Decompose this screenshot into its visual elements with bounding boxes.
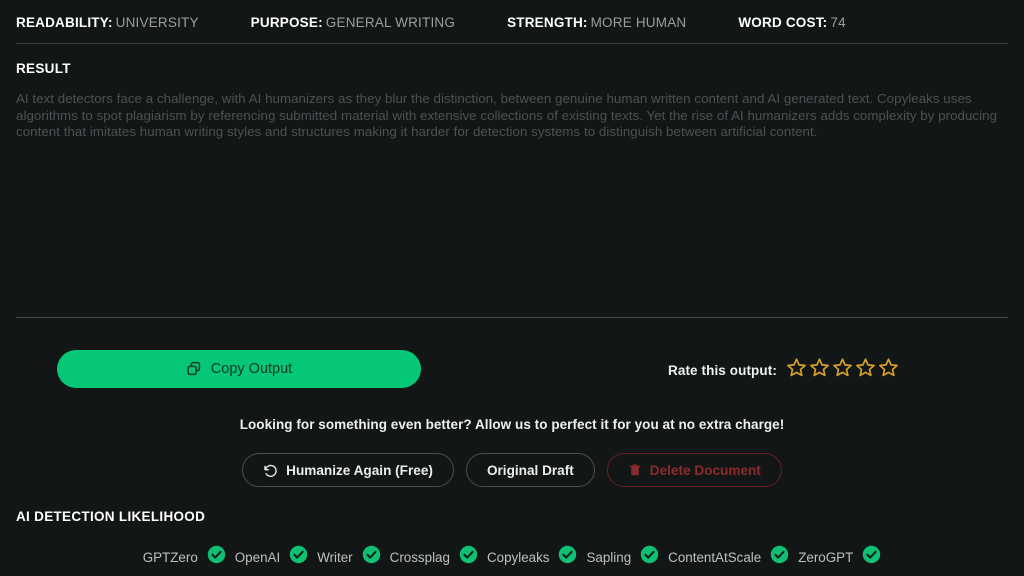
detector-name: Writer xyxy=(317,549,353,565)
detector-name: ZeroGPT xyxy=(798,549,854,565)
detector-item: OpenAI xyxy=(235,545,308,569)
detector-item: Copyleaks xyxy=(487,545,578,569)
output-actions-row: Copy Output Rate this output: xyxy=(0,350,1024,390)
detector-name: OpenAI xyxy=(234,549,281,565)
history-undo-icon xyxy=(263,463,278,478)
stat-word-cost: WORD COST: 74 xyxy=(738,15,845,30)
check-circle-icon xyxy=(640,545,659,569)
stat-readability-value: UNIVERSITY xyxy=(115,15,199,30)
stat-purpose-value: GENERAL WRITING xyxy=(325,15,456,30)
check-circle-icon xyxy=(362,545,381,569)
star-1[interactable] xyxy=(786,357,807,383)
original-draft-label: Original Draft xyxy=(486,462,574,478)
stat-strength: STRENGTH: MORE HUMAN xyxy=(507,15,686,30)
stat-purpose-label: PURPOSE: xyxy=(250,15,323,30)
ai-detection-list: GPTZero OpenAI Writer Crossplag Copyleak… xyxy=(0,545,1024,569)
check-circle-icon xyxy=(558,545,577,569)
star-2[interactable] xyxy=(809,357,830,383)
star-3[interactable] xyxy=(832,357,853,383)
detector-item: GPTZero xyxy=(143,545,226,569)
trash-icon xyxy=(628,463,642,477)
original-draft-button[interactable]: Original Draft xyxy=(465,453,595,487)
detector-name: Copyleaks xyxy=(486,549,550,565)
copy-icon xyxy=(186,361,202,377)
detector-name: Sapling xyxy=(586,549,632,565)
check-circle-icon xyxy=(289,545,308,569)
check-circle-icon xyxy=(862,545,881,569)
stat-word-cost-value: 74 xyxy=(830,15,846,30)
check-circle-icon xyxy=(207,545,226,569)
ai-detection-heading: AI DETECTION LIKELIHOOD xyxy=(16,509,206,524)
stat-readability-label: READABILITY: xyxy=(16,15,113,30)
document-stats-bar: READABILITY: UNIVERSITY PURPOSE: GENERAL W… xyxy=(0,0,1024,34)
detector-name: GPTZero xyxy=(142,549,198,565)
result-heading: RESULT xyxy=(16,61,71,76)
detector-item: ZeroGPT xyxy=(798,545,881,569)
stat-strength-value: MORE HUMAN xyxy=(590,15,687,30)
stat-readability: READABILITY: UNIVERSITY xyxy=(16,15,199,30)
rating-block: Rate this output: xyxy=(668,357,899,383)
copy-output-label: Copy Output xyxy=(210,361,293,377)
delete-document-label: Delete Document xyxy=(649,462,761,478)
rating-stars[interactable] xyxy=(786,357,899,383)
detector-item: ContentAtScale xyxy=(668,545,789,569)
detector-item: Sapling xyxy=(586,545,659,569)
detector-item: Writer xyxy=(317,545,380,569)
result-text: AI text detectors face a challenge, with… xyxy=(16,91,998,140)
star-4[interactable] xyxy=(855,357,876,383)
delete-document-button[interactable]: Delete Document xyxy=(606,453,782,487)
humanize-again-button[interactable]: Humanize Again (Free) xyxy=(242,453,454,487)
detector-item: Crossplag xyxy=(390,545,478,569)
humanizer-result-page: READABILITY: UNIVERSITY PURPOSE: GENERAL W… xyxy=(0,0,1024,576)
star-5[interactable] xyxy=(878,357,899,383)
check-circle-icon xyxy=(459,545,478,569)
document-actions-row: Humanize Again (Free) Original Draft Del… xyxy=(0,453,1024,487)
check-circle-icon xyxy=(770,545,789,569)
stat-strength-label: STRENGTH: xyxy=(507,15,588,30)
humanize-again-label: Humanize Again (Free) xyxy=(286,462,433,478)
detector-name: ContentAtScale xyxy=(668,549,762,565)
copy-output-button[interactable]: Copy Output xyxy=(57,350,421,388)
header-divider xyxy=(16,43,1008,44)
rate-output-label: Rate this output: xyxy=(668,362,777,378)
stat-purpose: PURPOSE: GENERAL WRITING xyxy=(251,15,455,30)
result-divider xyxy=(16,317,1008,318)
detector-name: Crossplag xyxy=(389,549,450,565)
stat-word-cost-label: WORD COST: xyxy=(738,15,828,30)
upsell-text: Looking for something even better? Allow… xyxy=(239,417,785,432)
